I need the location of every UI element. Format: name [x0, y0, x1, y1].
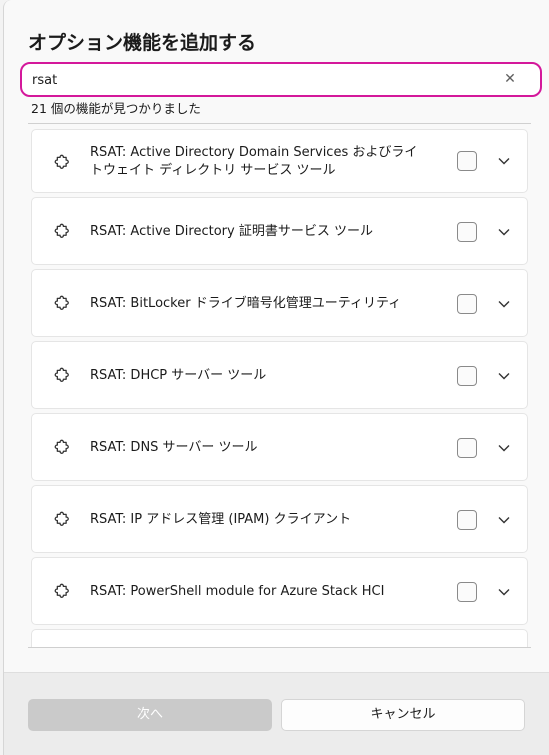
search-input[interactable] [32, 70, 492, 90]
feature-checkbox[interactable] [457, 582, 477, 602]
close-icon[interactable]: ✕ [502, 71, 518, 87]
feature-item[interactable]: RSAT: DNS サーバー ツール [31, 413, 528, 481]
feature-item[interactable] [31, 629, 528, 648]
feature-checkbox[interactable] [457, 510, 477, 530]
feature-label: RSAT: DNS サーバー ツール [90, 440, 258, 455]
feature-item[interactable]: RSAT: DHCP サーバー ツール [31, 341, 528, 409]
chevron-down-icon[interactable] [497, 369, 511, 383]
feature-item[interactable]: RSAT: Active Directory Domain Services お… [31, 129, 528, 193]
feature-checkbox[interactable] [457, 438, 477, 458]
feature-checkbox[interactable] [457, 151, 477, 171]
dialog-title: オプション機能を追加する [28, 32, 257, 54]
feature-label: RSAT: DHCP サーバー ツール [90, 368, 267, 383]
chevron-down-icon[interactable] [497, 297, 511, 311]
feature-label: RSAT: PowerShell module for Azure Stack … [90, 584, 385, 599]
search-box[interactable]: ✕ [20, 62, 542, 97]
puzzle-icon [54, 223, 69, 238]
feature-item[interactable]: RSAT: BitLocker ドライブ暗号化管理ユーティリティ [31, 269, 528, 337]
chevron-down-icon[interactable] [497, 441, 511, 455]
add-optional-feature-dialog: オプション機能を追加する ✕ 21 個の機能が見つかりました RSAT: Act… [3, 0, 549, 755]
chevron-down-icon[interactable] [497, 154, 511, 168]
result-count: 21 個の機能が見つかりました [31, 101, 201, 116]
chevron-down-icon[interactable] [497, 585, 511, 599]
puzzle-icon [54, 439, 69, 454]
feature-item[interactable]: RSAT: IP アドレス管理 (IPAM) クライアント [31, 485, 528, 553]
puzzle-icon [54, 367, 69, 382]
puzzle-icon [54, 583, 69, 598]
feature-label: RSAT: Active Directory Domain Services お… [90, 145, 418, 178]
feature-item[interactable]: RSAT: Active Directory 証明書サービス ツール [31, 197, 528, 265]
feature-label: RSAT: BitLocker ドライブ暗号化管理ユーティリティ [90, 296, 402, 311]
next-button[interactable]: 次へ [28, 699, 272, 731]
feature-item[interactable]: RSAT: PowerShell module for Azure Stack … [31, 557, 528, 625]
puzzle-icon [54, 511, 69, 526]
feature-list[interactable]: RSAT: Active Directory Domain Services お… [28, 123, 531, 648]
list-divider [28, 647, 531, 648]
chevron-down-icon[interactable] [497, 225, 511, 239]
puzzle-icon [54, 154, 69, 169]
feature-checkbox[interactable] [457, 366, 477, 386]
feature-checkbox[interactable] [457, 294, 477, 314]
chevron-down-icon[interactable] [497, 513, 511, 527]
feature-label: RSAT: Active Directory 証明書サービス ツール [90, 224, 373, 239]
feature-label: RSAT: IP アドレス管理 (IPAM) クライアント [90, 512, 352, 527]
puzzle-icon [54, 295, 69, 310]
cancel-button[interactable]: キャンセル [281, 699, 525, 731]
dialog-footer: 次へ キャンセル [4, 672, 549, 755]
feature-checkbox[interactable] [457, 222, 477, 242]
